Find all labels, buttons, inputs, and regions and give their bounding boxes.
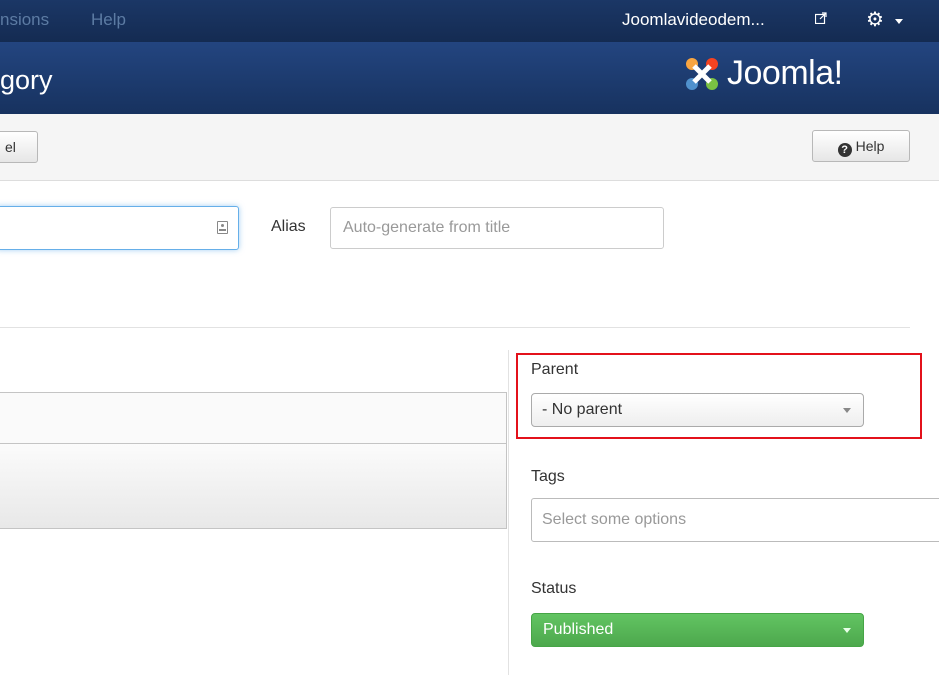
cancel-button-label: el [5, 139, 16, 155]
chevron-down-icon [843, 408, 851, 413]
divider [0, 327, 910, 328]
joomla-logo-icon [686, 58, 718, 90]
editor-toolbar-area[interactable] [0, 392, 507, 444]
alias-input[interactable] [330, 207, 664, 249]
status-label: Status [531, 580, 577, 597]
admin-navbar: nsions Help Joomlavideodem... ⚙ [0, 0, 939, 42]
contact-card-icon [217, 221, 228, 234]
site-link[interactable]: Joomlavideodem... [622, 0, 765, 40]
tags-label: Tags [531, 468, 565, 485]
menu-help[interactable]: Help [91, 0, 126, 42]
gear-icon[interactable]: ⚙ [866, 8, 884, 32]
chevron-down-icon[interactable] [895, 19, 903, 24]
title-input[interactable] [0, 206, 239, 250]
tags-placeholder: Select some options [542, 511, 687, 528]
status-select-value: Published [543, 621, 614, 638]
external-link-icon[interactable] [815, 12, 827, 24]
tags-input[interactable]: Select some options [531, 498, 939, 542]
question-circle-icon: ? [837, 143, 852, 157]
page-header: gory Joomla! [0, 42, 939, 114]
menu-extensions[interactable]: nsions [0, 0, 49, 42]
parent-select-value: - No parent [542, 401, 623, 418]
editor-content-area[interactable] [0, 444, 507, 529]
alias-label: Alias [271, 218, 306, 235]
joomla-logo-text: Joomla! [727, 54, 843, 92]
page-title: gory [0, 65, 53, 95]
chevron-down-icon [843, 628, 851, 633]
cancel-button[interactable]: el [0, 131, 38, 163]
toolbar: el ? Help [0, 114, 939, 181]
parent-label: Parent [531, 361, 579, 378]
column-divider [508, 350, 509, 675]
help-button-label: Help [855, 138, 885, 154]
status-select[interactable]: Published [531, 613, 864, 647]
help-button[interactable]: ? Help [812, 130, 910, 162]
parent-select[interactable]: - No parent [531, 393, 864, 427]
